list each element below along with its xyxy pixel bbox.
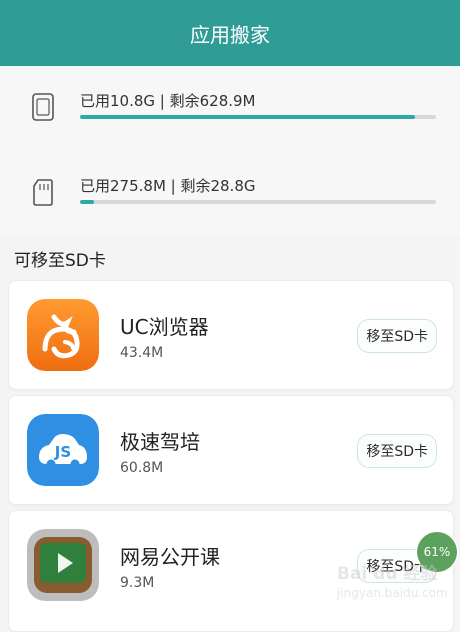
sd-storage-row: 已用275.8M | 剩余28.8G (0, 171, 460, 231)
app-card: UC浏览器 43.4M 移至SD卡 (8, 280, 454, 390)
app-title-bar: 应用搬家 (0, 0, 460, 66)
svg-text:JS: JS (54, 443, 71, 461)
app-name: 极速驾培 (120, 430, 200, 454)
move-to-sd-button[interactable]: 移至SD卡 (357, 319, 437, 353)
internal-storage-progress (80, 115, 436, 119)
app-size: 9.3M (120, 575, 155, 591)
move-to-sd-button[interactable]: 移至SD卡 (357, 434, 437, 468)
app-size: 60.8M (120, 460, 164, 476)
progress-badge: 61% (417, 532, 457, 572)
app-size: 43.4M (120, 345, 164, 361)
storage-summary: 已用10.8G | 剩余628.9M 已用275.8M | 剩余28.8G (0, 66, 460, 236)
internal-storage-usage: 已用10.8G | 剩余628.9M (80, 92, 256, 110)
page-title: 应用搬家 (190, 22, 270, 47)
sd-card-icon (30, 177, 56, 207)
video-play-icon (27, 529, 99, 601)
sd-storage-usage: 已用275.8M | 剩余28.8G (80, 177, 256, 195)
sd-storage-progress-fill (80, 200, 95, 204)
phone-storage-icon (30, 92, 56, 122)
internal-storage-progress-fill (80, 115, 415, 119)
app-name: 网易公开课 (120, 545, 220, 569)
uc-browser-icon (27, 299, 99, 371)
app-name: UC浏览器 (120, 315, 209, 339)
app-card: 网易公开课 9.3M 移至SD卡 (8, 510, 454, 632)
movable-apps-section-title: 可移至SD卡 (14, 251, 106, 271)
js-car-icon: JS (27, 414, 99, 486)
app-card: JS 极速驾培 60.8M 移至SD卡 (8, 395, 454, 505)
sd-storage-progress (80, 200, 436, 204)
internal-storage-row: 已用10.8G | 剩余628.9M (0, 86, 460, 146)
